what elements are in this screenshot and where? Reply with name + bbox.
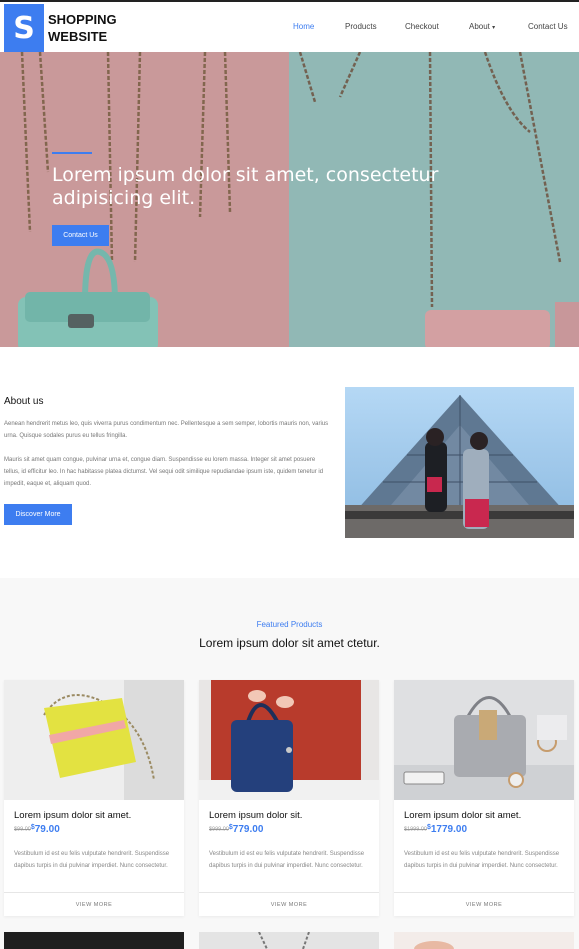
- nav-home[interactable]: Home: [293, 22, 314, 31]
- product-description: Vestibulum id est eu felis vulputate hen…: [404, 851, 560, 869]
- nav-products[interactable]: Products: [345, 22, 377, 31]
- product-name[interactable]: Lorem ipsum dolor sit amet.: [404, 810, 521, 821]
- old-price: $1999.00: [404, 826, 427, 833]
- product-price: $999.00$779.00: [209, 824, 263, 835]
- product-card[interactable]: Lorem ipsum dolor sit amet. $99.00$79.00…: [4, 680, 184, 916]
- nav-about-label: About: [469, 22, 490, 31]
- caret-down-icon: ▾: [492, 25, 496, 31]
- featured-label: Featured Products: [256, 620, 323, 629]
- blue-bag-illustration: [199, 680, 379, 800]
- current-price: 79.00: [34, 824, 60, 835]
- logo-line-2: WEBSITE: [48, 29, 108, 44]
- old-price: $99.00: [14, 826, 31, 833]
- current-price: 1779.00: [430, 824, 468, 835]
- product-card[interactable]: Lorem ipsum dolor sit. $999.00$779.00 Ve…: [199, 680, 379, 916]
- about-title: About us: [4, 396, 44, 407]
- view-more-link[interactable]: VIEW MORE: [199, 892, 379, 916]
- hero-title: Lorem ipsum dolor sit amet, consectetur …: [52, 164, 439, 209]
- hero-accent-line: [52, 152, 92, 154]
- next-product-image-peek: [4, 932, 184, 949]
- featured-products-section: Featured Products Lorem ipsum dolor sit …: [0, 578, 579, 949]
- logo-line-1: SHOPPING: [48, 12, 117, 27]
- chain-strap-illustration: [258, 932, 310, 949]
- product-name[interactable]: Lorem ipsum dolor sit.: [209, 810, 302, 821]
- product-description: Vestibulum id est eu felis vulputate hen…: [209, 851, 365, 869]
- discover-more-button[interactable]: Discover More: [4, 504, 72, 525]
- louvre-photo-illustration: [345, 387, 574, 538]
- featured-title: Lorem ipsum dolor sit amet ctetur.: [199, 636, 380, 650]
- product-image: [4, 680, 184, 800]
- about-photo: [345, 387, 574, 538]
- about-paragraph-1: Aenean hendrerit metus leo, quis viverra…: [4, 421, 329, 439]
- next-product-image-peek: [394, 932, 574, 949]
- product-name[interactable]: Lorem ipsum dolor sit amet.: [14, 810, 131, 821]
- current-price: 779.00: [232, 824, 264, 835]
- product-image: [199, 680, 379, 800]
- top-navbar: S SHOPPING WEBSITE Home Products Checkou…: [0, 0, 579, 52]
- about-paragraph-2: Mauris sit amet quam congue, pulvinar ur…: [4, 457, 324, 487]
- nav-checkout[interactable]: Checkout: [405, 22, 439, 31]
- product-price: $99.00$79.00: [14, 824, 60, 835]
- hand-illustration: [414, 941, 454, 949]
- product-description: Vestibulum id est eu felis vulputate hen…: [14, 851, 170, 869]
- product-card[interactable]: Lorem ipsum dolor sit amet. $1999.00$177…: [394, 680, 574, 916]
- hero-contact-button[interactable]: Contact Us: [52, 225, 109, 246]
- grey-bag-illustration: [394, 680, 574, 800]
- view-more-link[interactable]: VIEW MORE: [4, 892, 184, 916]
- view-more-link[interactable]: VIEW MORE: [394, 892, 574, 916]
- site-logo[interactable]: S SHOPPING WEBSITE: [4, 4, 117, 52]
- product-price: $1999.00$1779.00: [404, 824, 467, 835]
- old-price: $999.00: [209, 826, 229, 833]
- next-product-image-peek: [199, 932, 379, 949]
- logo-text: SHOPPING WEBSITE: [48, 11, 117, 45]
- yellow-bag-illustration: [4, 680, 184, 800]
- logo-letter: S: [4, 4, 44, 52]
- product-image: [394, 680, 574, 800]
- nav-contact[interactable]: Contact Us: [528, 22, 568, 31]
- hero-banner: Lorem ipsum dolor sit amet, consectetur …: [0, 52, 579, 347]
- nav-about[interactable]: About ▾: [469, 22, 495, 31]
